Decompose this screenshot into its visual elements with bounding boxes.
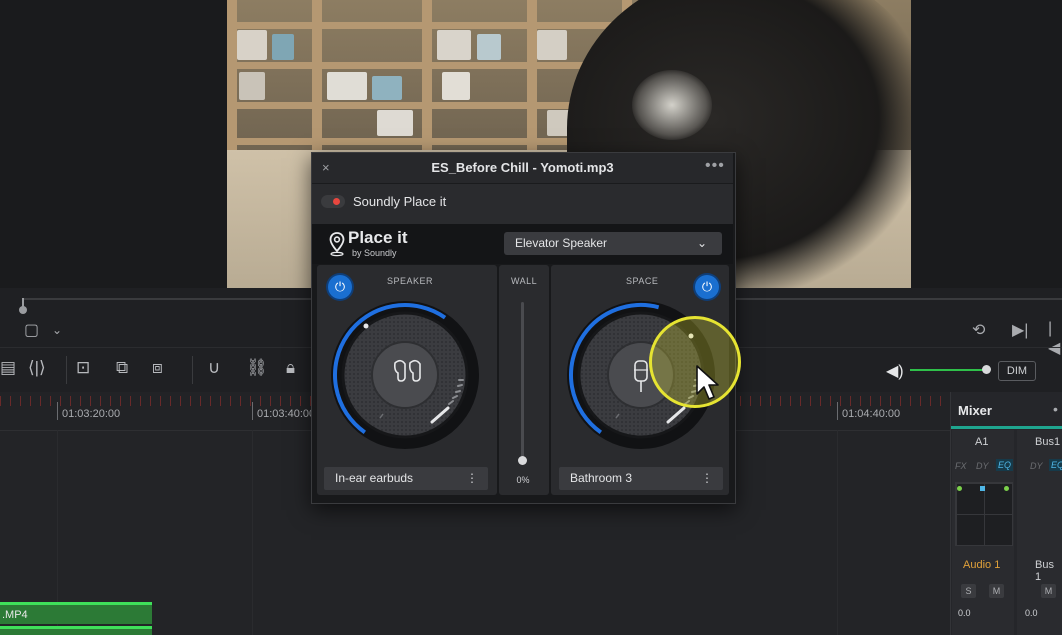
record-dot-icon [333, 198, 340, 205]
preset-dropdown[interactable]: Elevator Speaker [504, 232, 722, 255]
timeline-clip[interactable]: .MP4 [0, 602, 152, 624]
timeline-clip-audio[interactable] [0, 626, 152, 635]
speaker-device-dropdown[interactable]: In-ear earbuds [324, 467, 488, 490]
chevron-down-icon: ⌄ [697, 236, 708, 250]
fx-button[interactable]: FX [955, 461, 967, 471]
space-room-dropdown[interactable]: Bathroom 3 [559, 467, 723, 490]
volume-slider[interactable] [910, 369, 986, 371]
eq-button[interactable]: EQ [996, 459, 1014, 471]
solo-button[interactable]: S [961, 584, 976, 598]
loop-icon[interactable]: ⟲ [972, 320, 985, 340]
speaker-label: SPEAKER [387, 276, 434, 286]
channel-name: Bus 1 [1035, 559, 1054, 583]
trim-tool-icon[interactable]: ⟨|⟩ [28, 358, 46, 378]
more-options-icon[interactable]: ••• [705, 157, 725, 175]
volume-slider-handle[interactable] [982, 365, 991, 374]
timecode-label: 01:03:40:00 [257, 408, 316, 420]
mixer-accent-bar [951, 426, 1062, 429]
speaker-power-button[interactable]: ⏻ [328, 275, 352, 299]
fader-value: 0.0 [1025, 608, 1038, 618]
link-icon[interactable]: ⛓ [246, 358, 268, 378]
space-power-button[interactable]: ⏻ [695, 275, 719, 299]
plugin-name: Soundly Place it [353, 194, 447, 209]
brand-subtitle: by Soundly [352, 248, 397, 258]
select-tool-icon[interactable]: ▤ [0, 358, 16, 378]
speaker-knob[interactable] [328, 300, 488, 450]
channel-name: Audio 1 [963, 559, 1001, 571]
transform-icon[interactable]: ▢ [24, 320, 39, 340]
overwrite-clip-icon[interactable]: ⧉ [116, 358, 128, 378]
mute-button[interactable]: M [989, 584, 1004, 598]
channel-id: Bus1 [1035, 436, 1061, 448]
channel-id: A1 [975, 436, 989, 448]
wall-slider-handle[interactable] [518, 456, 527, 465]
dim-button[interactable]: DIM [998, 361, 1036, 381]
kebab-menu-icon[interactable]: ⋮ [466, 471, 478, 485]
end-icon[interactable]: |◀ [1048, 320, 1062, 357]
dynamics-button[interactable]: DY [1030, 461, 1043, 471]
mixer-title: Mixer [958, 403, 992, 418]
wall-label: WALL [511, 276, 538, 286]
timecode-label: 01:03:20:00 [62, 408, 121, 420]
mute-button[interactable]: M [1041, 584, 1056, 598]
dynamics-button[interactable]: DY [976, 461, 989, 471]
lock-icon[interactable]: 🔒︎ [286, 358, 295, 378]
eq-button[interactable]: EQ [1049, 459, 1062, 471]
scrubber-handle[interactable] [19, 306, 27, 314]
location-pin-icon [329, 232, 345, 257]
kebab-menu-icon[interactable]: ⋮ [701, 471, 713, 485]
next-frame-icon[interactable]: ▶| [1012, 320, 1028, 340]
brand-logo: Place it [348, 228, 408, 247]
timecode-label: 01:04:40:00 [842, 408, 901, 420]
mouse-pointer-icon [696, 365, 719, 400]
replace-clip-icon[interactable]: ⧈ [152, 358, 163, 378]
wall-value: 0% [516, 475, 530, 485]
eq-graph[interactable] [955, 482, 1013, 546]
volume-icon[interactable]: ◀) [886, 361, 904, 381]
snapping-icon[interactable]: ∪ [208, 358, 220, 378]
chevron-down-icon[interactable]: ⌄ [52, 323, 62, 343]
wall-slider[interactable] [521, 302, 524, 460]
space-label: SPACE [626, 276, 659, 286]
mixer-options[interactable]: • [1053, 401, 1058, 417]
insert-clip-icon[interactable]: ⊡ [76, 358, 90, 378]
plugin-window-title: ES_Before Chill - Yomoti.mp3 [431, 160, 614, 175]
fader-value: 0.0 [958, 608, 971, 618]
